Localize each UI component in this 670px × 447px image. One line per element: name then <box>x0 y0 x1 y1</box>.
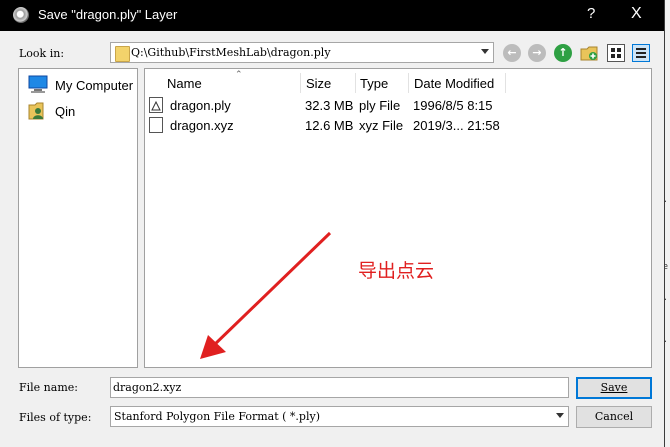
annotation-text: 导出点云 <box>358 260 435 282</box>
file-type-select[interactable]: Stanford Polygon File Format ( *.ply) <box>110 406 569 427</box>
cancel-button[interactable]: Cancel <box>576 406 652 428</box>
save-button[interactable]: Save <box>576 377 652 399</box>
chevron-down-icon <box>556 413 564 418</box>
file-type-value: Stanford Polygon File Format ( *.ply) <box>114 410 320 423</box>
file-name-input[interactable] <box>110 377 569 398</box>
save-dialog: Save "dragon.ply" Layer ? X Look in: Q:\… <box>0 0 665 447</box>
file-name-label: File name: <box>19 381 78 394</box>
file-type-label: Files of type: <box>19 411 92 424</box>
